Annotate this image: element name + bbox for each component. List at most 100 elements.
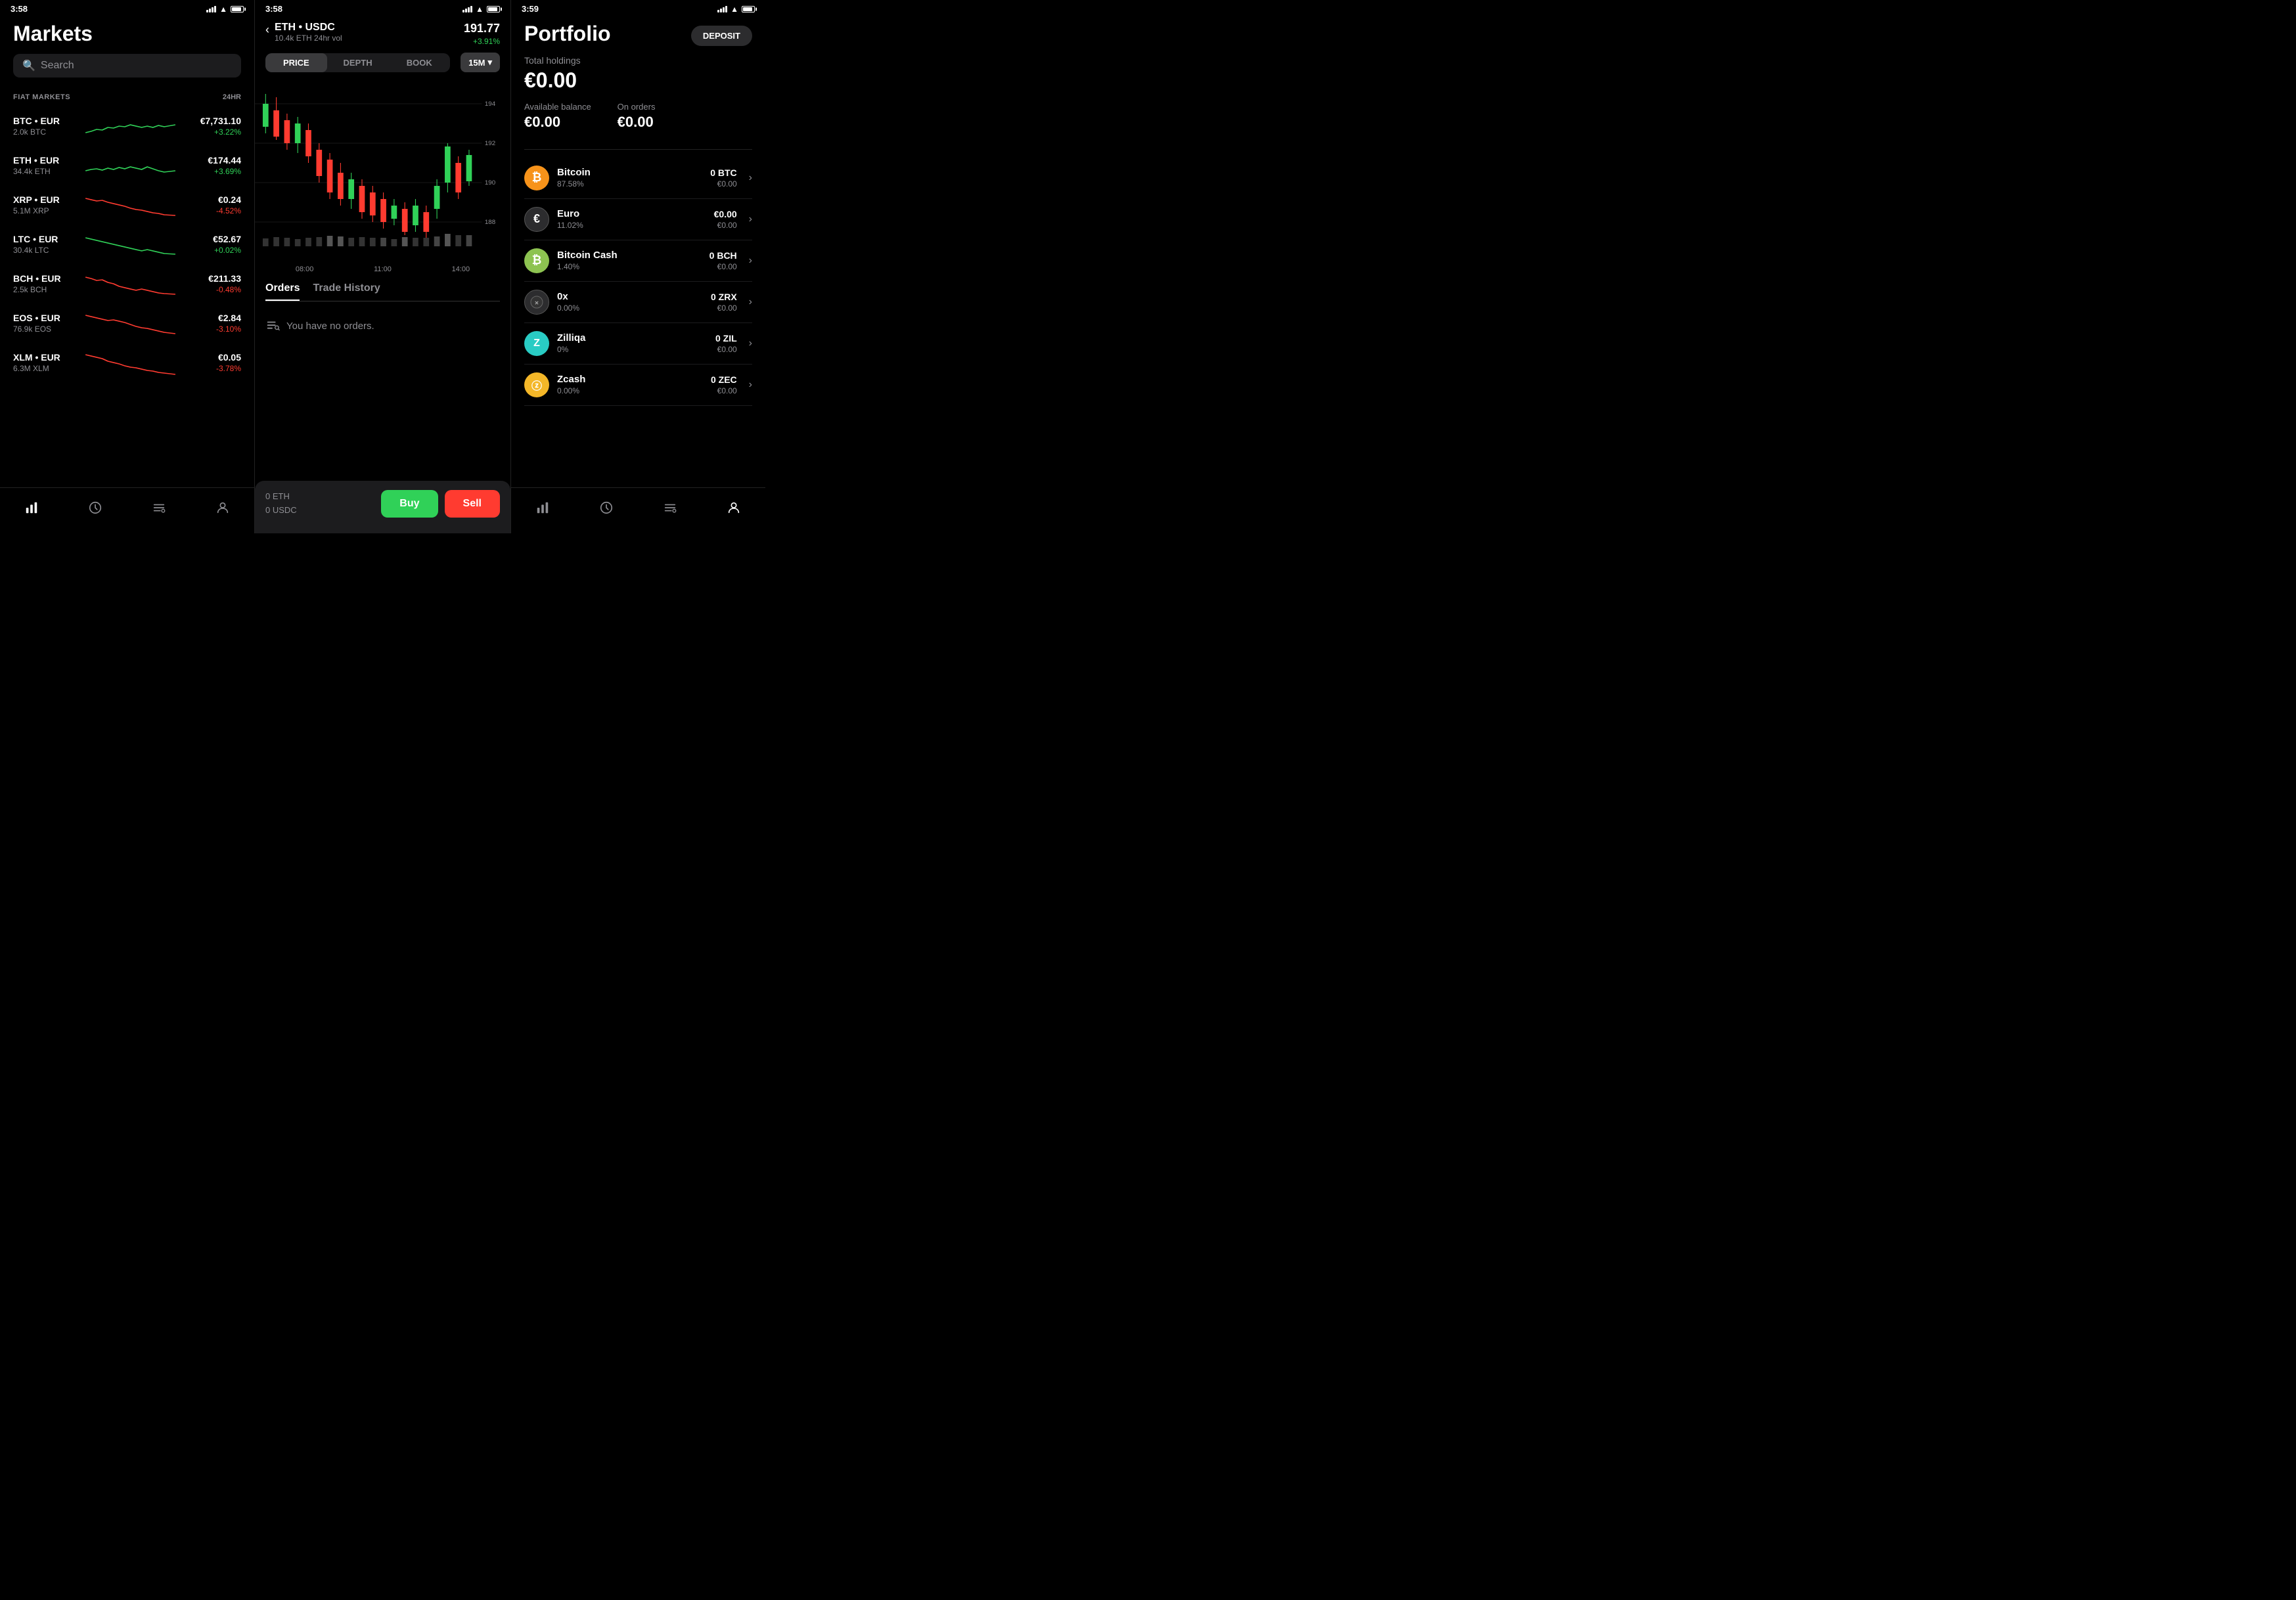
nav-portfolio-orders[interactable] — [663, 500, 677, 515]
wifi-icon-1: ▲ — [219, 5, 227, 14]
signal-icon-2 — [462, 6, 472, 12]
eos-volume: 76.9k EOS — [13, 324, 79, 334]
trade-balances: 0 ETH 0 USDC — [265, 490, 297, 518]
book-tab[interactable]: BOOK — [388, 53, 450, 72]
ltc-sparkline — [85, 231, 175, 257]
xlm-volume: 6.3M XLM — [13, 364, 79, 373]
search-bar[interactable]: 🔍 Search — [13, 54, 241, 78]
chart-bar-icon — [24, 500, 39, 515]
wifi-icon-2: ▲ — [476, 5, 484, 14]
portfolio-panel: 3:59 ▲ Portfolio DEPOSIT Total holdings … — [511, 0, 765, 533]
deposit-button[interactable]: DEPOSIT — [691, 26, 752, 46]
list-icon-1 — [152, 500, 166, 515]
eth-change: +3.69% — [182, 167, 241, 176]
eth-pair: ETH • EUR — [13, 155, 79, 166]
eos-pair: EOS • EUR — [13, 313, 79, 323]
no-orders-text: You have no orders. — [286, 321, 374, 332]
asset-item-zilliqa[interactable]: Z Zilliqa 0% 0 ZIL €0.00 › — [524, 323, 752, 365]
usdc-balance: 0 USDC — [265, 504, 297, 518]
battery-icon-2 — [487, 6, 500, 12]
ltc-price: €52.67 — [182, 234, 241, 244]
trade-history-tab[interactable]: Trade History — [313, 282, 380, 301]
asset-item-zcash[interactable]: ⓩ Zcash 0.00% 0 ZEC €0.00 › — [524, 365, 752, 406]
svg-text:194: 194 — [485, 100, 495, 107]
status-bar-chart: 3:58 ▲ — [255, 0, 510, 16]
nav-portfolio-profile[interactable] — [727, 500, 741, 515]
search-placeholder: Search — [41, 60, 74, 72]
bch-name: Bitcoin Cash — [557, 250, 702, 261]
price-tab[interactable]: PRICE — [265, 53, 327, 72]
sell-button[interactable]: Sell — [445, 490, 500, 518]
person-icon-p — [727, 500, 741, 515]
svg-text:190: 190 — [485, 179, 495, 186]
0x-chevron-icon: › — [749, 296, 752, 308]
zilliqa-name: Zilliqa — [557, 332, 708, 344]
nav-portfolio-chart[interactable] — [535, 500, 550, 515]
0x-icon: ✕ — [524, 290, 549, 315]
available-label: Available balance — [524, 102, 591, 112]
eth-balance: 0 ETH — [265, 490, 297, 504]
status-time-1: 3:58 — [11, 4, 28, 14]
orders-section: Orders Trade History You have no orders. — [255, 275, 510, 340]
bitcoin-name: Bitcoin — [557, 167, 702, 178]
buy-button[interactable]: Buy — [381, 490, 438, 518]
chart-change: +3.91% — [464, 37, 500, 46]
zcash-pct: 0.00% — [557, 386, 703, 395]
market-item-btc[interactable]: BTC • EUR 2.0k BTC €7,731.10 +3.22% — [0, 106, 254, 146]
chart-header: ‹ ETH • USDC 10.4k ETH 24hr vol 191.77 +… — [255, 16, 510, 53]
clock-icon-1 — [88, 500, 102, 515]
market-item-bch[interactable]: BCH • EUR 2.5k BCH €211.33 -0.48% — [0, 264, 254, 303]
total-holdings-value: €0.00 — [524, 68, 752, 93]
nav-markets-profile[interactable] — [215, 500, 230, 515]
nav-markets-history[interactable] — [88, 500, 102, 515]
market-item-eos[interactable]: EOS • EUR 76.9k EOS €2.84 -3.10% — [0, 303, 254, 343]
bitcoin-eur: €0.00 — [710, 179, 736, 189]
nav-markets-chart[interactable] — [24, 500, 39, 515]
0x-pct: 0.00% — [557, 303, 703, 313]
list-icon-p — [663, 500, 677, 515]
chart-price: 191.77 — [464, 22, 500, 35]
timeframe-button[interactable]: 15M ▾ — [461, 53, 500, 72]
chart-time-labels: 08:00 11:00 14:00 — [255, 264, 510, 275]
on-orders-amount: €0.00 — [618, 114, 656, 131]
btc-change: +3.22% — [182, 127, 241, 137]
asset-item-euro[interactable]: € Euro 11.02% €0.00 €0.00 › — [524, 199, 752, 240]
asset-item-bitcoin[interactable]: ₿ Bitcoin 87.58% 0 BTC €0.00 › — [524, 158, 752, 199]
nav-portfolio-history[interactable] — [599, 500, 614, 515]
zilliqa-chevron-icon: › — [749, 338, 752, 349]
chart-volume: 10.4k ETH 24hr vol — [275, 33, 464, 43]
btc-sparkline — [85, 113, 175, 139]
time-label-2: 11:00 — [374, 265, 392, 273]
wifi-icon-3: ▲ — [731, 5, 738, 14]
balance-row: Available balance €0.00 On orders €0.00 — [524, 102, 752, 131]
asset-item-bch[interactable]: ₿ Bitcoin Cash 1.40% 0 BCH €0.00 › — [524, 240, 752, 282]
status-bar-portfolio: 3:59 ▲ — [511, 0, 765, 16]
xrp-volume: 5.1M XRP — [13, 206, 79, 215]
market-section-header: FIAT MARKETS 24HR — [0, 84, 254, 106]
zcash-eur: €0.00 — [711, 386, 737, 395]
eos-change: -3.10% — [182, 324, 241, 334]
market-item-xlm[interactable]: XLM • EUR 6.3M XLM €0.05 -3.78% — [0, 343, 254, 382]
btc-volume: 2.0k BTC — [13, 127, 79, 137]
bch-pair: BCH • EUR — [13, 273, 79, 284]
bch-change: -0.48% — [182, 285, 241, 294]
xrp-price: €0.24 — [182, 194, 241, 205]
market-item-xrp[interactable]: XRP • EUR 5.1M XRP €0.24 -4.52% — [0, 185, 254, 225]
asset-item-0x[interactable]: ✕ 0x 0.00% 0 ZRX €0.00 › — [524, 282, 752, 323]
ltc-volume: 30.4k LTC — [13, 246, 79, 255]
chevron-down-icon: ▾ — [487, 57, 492, 68]
market-item-ltc[interactable]: LTC • EUR 30.4k LTC €52.67 +0.02% — [0, 225, 254, 264]
eos-price: €2.84 — [182, 313, 241, 323]
depth-tab[interactable]: DEPTH — [327, 53, 389, 72]
bch-qty: 0 BCH — [709, 250, 737, 261]
zilliqa-qty: 0 ZIL — [715, 333, 737, 344]
orders-tab-active[interactable]: Orders — [265, 282, 300, 301]
available-balance-col: Available balance €0.00 — [524, 102, 591, 131]
bitcoin-pct: 87.58% — [557, 179, 702, 189]
eth-sparkline — [85, 152, 175, 179]
chart-tab-group: PRICE DEPTH BOOK — [265, 53, 450, 72]
nav-markets-orders[interactable] — [152, 500, 166, 515]
market-item-eth[interactable]: ETH • EUR 34.4k ETH €174.44 +3.69% — [0, 146, 254, 185]
bitcoin-icon: ₿ — [524, 166, 549, 190]
btc-pair: BTC • EUR — [13, 116, 79, 126]
